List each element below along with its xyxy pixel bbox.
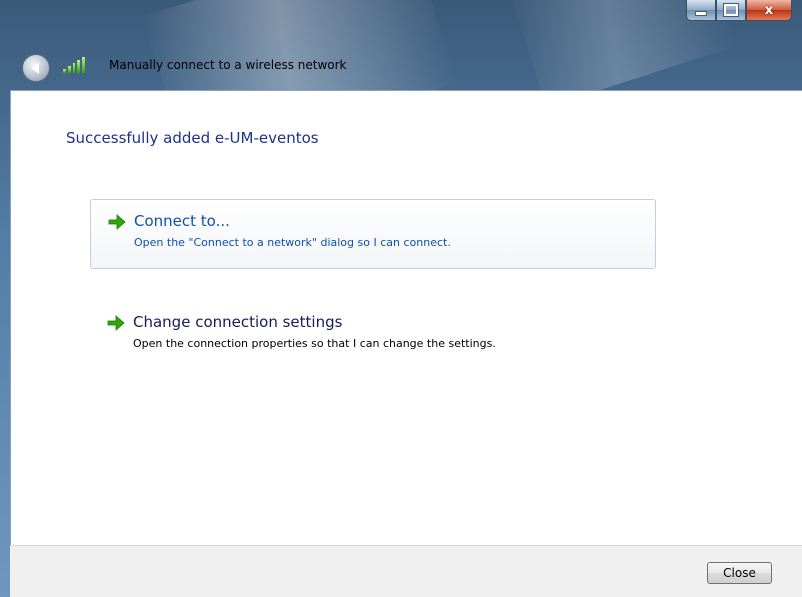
maximize-icon [723,3,739,17]
dialog-window: x Manually connect to a wireless network… [0,0,802,597]
connect-to-option[interactable]: Connect to... Open the "Connect to a net… [90,199,656,269]
minimize-icon [695,10,707,16]
close-icon: x [764,2,774,18]
change-settings-description: Open the connection properties so that I… [133,337,496,350]
green-arrow-icon [107,315,125,331]
back-arrow-icon [31,62,39,74]
caption-buttons: x [686,0,792,22]
maximize-button[interactable] [716,0,746,21]
content-area: Successfully added e-UM-eventos Connect … [10,90,802,546]
close-button[interactable]: Close [707,562,772,584]
back-button[interactable] [22,54,50,82]
connect-to-title: Connect to... [134,212,230,230]
window-title: Manually connect to a wireless network [109,58,347,72]
wireless-signal-icon [63,57,85,73]
close-window-button[interactable]: x [746,0,792,21]
change-settings-title: Change connection settings [133,313,343,331]
green-arrow-icon [108,214,126,230]
dialog-footer: Close [10,545,802,597]
minimize-button[interactable] [686,0,716,21]
change-settings-option[interactable]: Change connection settings Open the conn… [90,301,656,371]
connect-to-description: Open the "Connect to a network" dialog s… [134,236,451,249]
page-heading: Successfully added e-UM-eventos [66,129,319,147]
